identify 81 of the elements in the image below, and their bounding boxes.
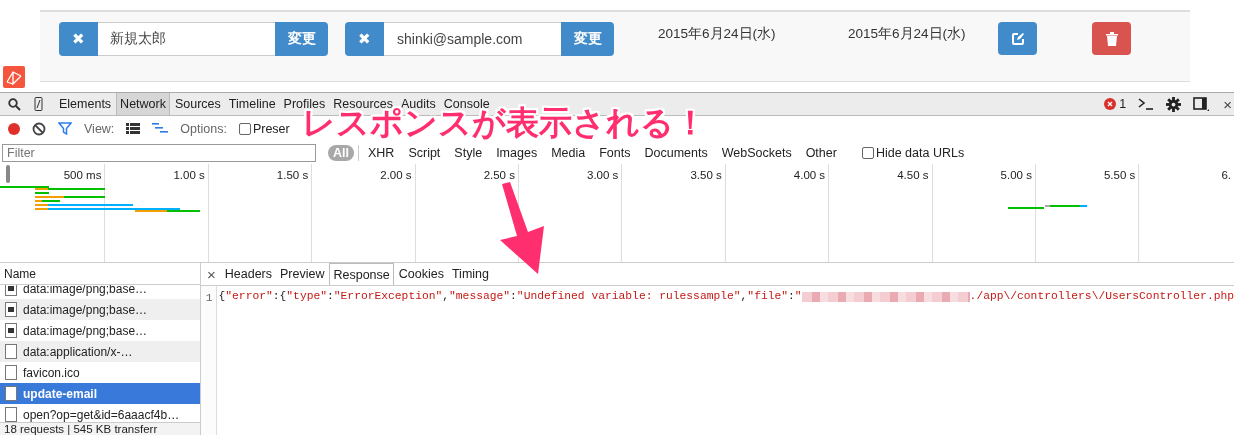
request-row[interactable]: data:image/png;base…: [0, 320, 200, 341]
clear-button[interactable]: ✖: [59, 22, 98, 56]
time-tick: 5.50 s: [1103, 169, 1136, 181]
file-icon: [5, 386, 17, 401]
list-view-icon[interactable]: [126, 123, 141, 134]
close-button[interactable]: ×: [1221, 95, 1234, 113]
panel-tab[interactable]: Elements: [56, 93, 115, 115]
request-row[interactable]: update-email: [0, 383, 200, 404]
panel-tab[interactable]: Network: [116, 93, 170, 115]
email-field[interactable]: shinki@sample.com: [384, 22, 561, 56]
type-filter[interactable]: XHR: [363, 144, 400, 161]
detail-tab[interactable]: Cookies: [395, 263, 447, 285]
time-tick: 3.00 s: [587, 169, 619, 181]
time-tick: 1.50 s: [276, 169, 309, 181]
range-handle[interactable]: [6, 165, 10, 183]
search-icon[interactable]: [8, 97, 21, 111]
file-icon: [5, 365, 17, 380]
type-filter[interactable]: WebSockets: [716, 144, 797, 161]
type-filter[interactable]: Script: [403, 144, 446, 161]
panel-tab[interactable]: Sources: [171, 93, 224, 115]
file-icon: [5, 344, 17, 359]
detail-tab[interactable]: Headers: [221, 263, 275, 285]
time-tick: 500 ms: [63, 169, 102, 181]
clear-icon[interactable]: [32, 121, 46, 136]
close-button[interactable]: ×: [205, 263, 222, 285]
waterfall-view-icon[interactable]: [152, 123, 169, 134]
request-row[interactable]: open?op=get&id=6aaacf4b…: [0, 404, 200, 422]
device-icon[interactable]: [34, 97, 43, 111]
type-filter[interactable]: Documents: [639, 144, 713, 161]
request-row[interactable]: data:application/x-…: [0, 341, 200, 362]
time-tick: 4.00 s: [793, 169, 826, 181]
console-icon[interactable]: [1138, 98, 1155, 110]
image-file-icon: [5, 285, 17, 296]
image-file-icon: [5, 323, 17, 338]
time-tick: 5.00 s: [1000, 169, 1032, 181]
request-row[interactable]: favicon.ico: [0, 362, 200, 383]
time-tick: 1.00 s: [173, 169, 205, 181]
request-row[interactable]: data:image/png;base…: [0, 299, 200, 320]
preserve-log-checkbox[interactable]: Preser: [238, 121, 290, 136]
code-text: {"error":{"type":"ErrorException","message":"Undefined variable: rulessample","file":": [218, 290, 802, 302]
time-tick: 2.00 s: [380, 169, 412, 181]
change-button[interactable]: 変更: [275, 22, 328, 56]
hide-data-urls-checkbox[interactable]: Hide data URLs: [861, 145, 965, 160]
filter-icon[interactable]: [58, 122, 72, 135]
code-text: ./app\/controllers\/UsersController.php: [969, 290, 1234, 302]
view-label: View:: [84, 121, 115, 136]
time-tick: 4.50 s: [897, 169, 929, 181]
trash-icon: [1105, 31, 1118, 46]
dock-icon[interactable]: [1193, 97, 1210, 111]
image-file-icon: [5, 302, 17, 317]
settings-icon[interactable]: [1166, 96, 1182, 112]
delete-button[interactable]: [1092, 22, 1131, 55]
updated-date: 2015年6月24日(水): [848, 25, 967, 43]
type-filter[interactable]: Other: [800, 144, 842, 161]
panel-tab[interactable]: Timeline: [225, 93, 279, 115]
error-icon: [1104, 98, 1117, 110]
name-field[interactable]: 新規太郎: [98, 22, 275, 56]
detail-tab[interactable]: Timing: [448, 263, 492, 285]
edit-button[interactable]: [998, 22, 1037, 55]
edit-icon: [1010, 31, 1025, 46]
type-filter[interactable]: Fonts: [594, 144, 636, 161]
record-button[interactable]: [8, 122, 20, 135]
clear-button[interactable]: ✖: [345, 22, 384, 56]
file-icon: [5, 407, 17, 422]
time-tick: 2.50 s: [483, 169, 515, 181]
logo-icon: [3, 66, 25, 88]
created-date: 2015年6月24日(水): [658, 25, 777, 43]
line-number: 1: [205, 292, 213, 304]
type-filter[interactable]: Images: [491, 144, 543, 161]
type-filter[interactable]: Media: [546, 144, 591, 161]
detail-tab[interactable]: Preview: [277, 263, 328, 285]
time-tick: 3.50 s: [690, 169, 722, 181]
change-button[interactable]: 変更: [561, 22, 614, 56]
detail-tab[interactable]: Response: [329, 263, 394, 285]
time-tick: 6.: [1221, 169, 1231, 181]
filter-field[interactable]: Filter: [2, 143, 316, 162]
name-column-header[interactable]: Name: [0, 263, 200, 285]
type-filter[interactable]: Style: [449, 144, 488, 161]
status-summary: 18 requests | 545 KB transferr: [0, 422, 200, 435]
error-count: 1: [1119, 97, 1127, 111]
options-label: Options:: [180, 121, 227, 136]
